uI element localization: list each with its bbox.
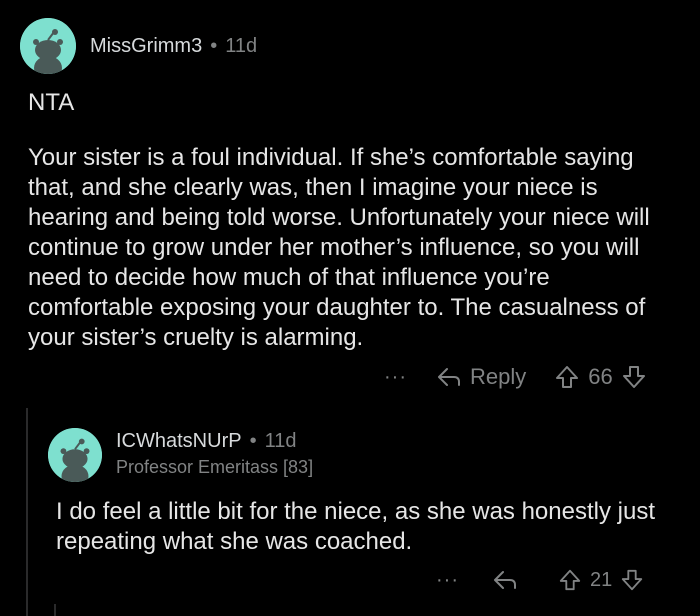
downvote-arrow-icon[interactable] bbox=[621, 364, 647, 390]
comment-actions: ··· Reply 66 bbox=[384, 362, 674, 392]
reply-button[interactable]: Reply bbox=[436, 364, 526, 390]
snoo-avatar-icon bbox=[48, 428, 102, 482]
more-options-button[interactable]: ··· bbox=[436, 569, 476, 592]
username[interactable]: MissGrimm3 bbox=[90, 35, 202, 57]
thread-line[interactable] bbox=[54, 604, 56, 616]
more-options-button[interactable]: ··· bbox=[384, 366, 424, 389]
snoo-avatar-icon bbox=[20, 18, 76, 74]
comment-verdict: NTA bbox=[28, 89, 75, 116]
vote-count: 66 bbox=[588, 364, 613, 389]
user-flair: Professor Emeritass [83] bbox=[116, 457, 314, 477]
reply-arrow-icon[interactable] bbox=[492, 569, 518, 591]
vote-count: 21 bbox=[590, 568, 613, 591]
timestamp: 11d bbox=[225, 35, 258, 57]
username[interactable]: ICWhatsNUrP bbox=[116, 430, 242, 452]
upvote-arrow-icon[interactable] bbox=[558, 568, 582, 592]
avatar[interactable] bbox=[48, 428, 102, 482]
timestamp: 11d bbox=[264, 430, 297, 452]
separator-dot: • bbox=[249, 430, 257, 452]
upvote-arrow-icon[interactable] bbox=[554, 364, 580, 390]
reply-arrow-icon bbox=[436, 366, 462, 388]
comment-body: I do feel a little bit for the niece, as… bbox=[56, 498, 655, 555]
vote-controls: 66 bbox=[554, 364, 646, 390]
downvote-arrow-icon[interactable] bbox=[620, 568, 644, 592]
comment-body: Your sister is a foul individual. If she… bbox=[28, 144, 650, 351]
separator-dot: • bbox=[210, 35, 218, 57]
comment-author-header: ICWhatsNUrP • 11d bbox=[116, 430, 296, 453]
comment-actions: ··· 21 bbox=[436, 566, 676, 594]
vote-controls: 21 bbox=[558, 568, 644, 592]
reply-label: Reply bbox=[470, 364, 527, 389]
avatar[interactable] bbox=[20, 18, 76, 74]
thread-line[interactable] bbox=[26, 408, 28, 616]
comment-author-header: MissGrimm3 • 11d bbox=[90, 35, 257, 58]
